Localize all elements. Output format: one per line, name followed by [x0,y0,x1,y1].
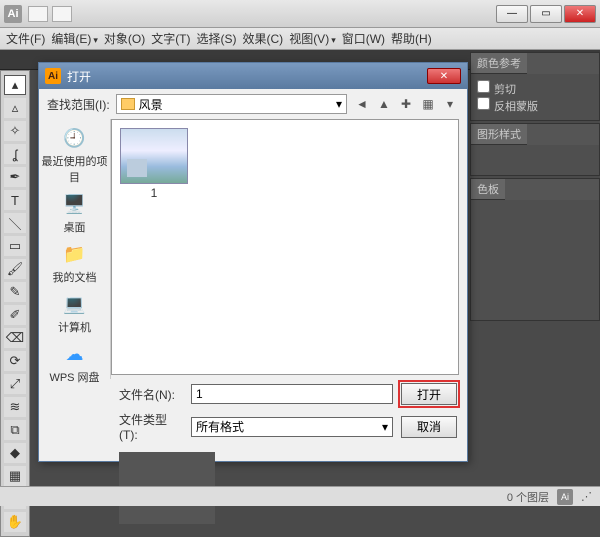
eraser-tool[interactable]: ⌫ [4,328,26,348]
width-tool[interactable]: ≋ [4,397,26,417]
menu-edit[interactable]: 编辑(E)▾ [51,30,98,47]
nav-viewmenu-icon[interactable]: ▦ [419,95,437,113]
hand-tool[interactable]: ✋ [4,512,26,532]
app-logo: Ai [4,5,22,23]
ai-icon: Ai [45,68,61,84]
dialog-body: 🕘 最近使用的项目 🖥️ 桌面 📁 我的文档 💻 计算机 ☁ WPS 网盘 [39,119,467,379]
swatches-panel: 色板 [470,178,600,321]
magic-wand-tool[interactable]: ✧ [4,121,26,141]
statusbar-grip-icon: ⋰ [581,490,592,503]
file-thumbnail [120,128,188,184]
panel-tab-styles[interactable]: 图形样式 [471,124,527,145]
panel-tab-color-guide[interactable]: 颜色参考 [471,53,527,74]
invert-mask-checkbox[interactable]: 反相蒙版 [477,97,593,114]
file-name: 1 [151,186,158,200]
filetype-value: 所有格式 [196,418,244,435]
menu-view[interactable]: 视图(V)▾ [289,30,336,47]
place-desktop[interactable]: 🖥️ 桌面 [60,191,90,235]
app-titlebar: Ai — ▭ ✕ [0,0,600,28]
nav-newfolder-icon[interactable]: ✚ [397,95,415,113]
menu-type[interactable]: 文字(T) [151,30,190,47]
dialog-titlebar: Ai 打开 ✕ [39,63,467,89]
computer-icon: 💻 [60,291,90,317]
filetype-label: 文件类型(T): [119,411,183,442]
desktop-icon: 🖥️ [60,191,90,217]
blob-brush-tool[interactable]: ✐ [4,305,26,325]
place-wps[interactable]: ☁ WPS 网盘 [49,341,99,385]
rectangle-tool[interactable]: ▭ [4,236,26,256]
pen-tool[interactable]: ✒ [4,167,26,187]
filename-input[interactable] [191,384,393,404]
look-in-value: 风景 [139,96,163,113]
place-documents[interactable]: 📁 我的文档 [53,241,97,285]
cancel-button[interactable]: 取消 [401,416,457,438]
pencil-tool[interactable]: ✎ [4,282,26,302]
open-dialog: Ai 打开 ✕ 查找范围(I): 风景 ▾ ◄ ▲ ✚ ▦ ▾ 🕘 最近使用的项… [38,62,468,462]
gradient-tool[interactable]: ▦ [4,466,26,486]
menu-file[interactable]: 文件(F) [6,30,45,47]
recent-icon: 🕘 [60,125,90,151]
ai-status-icon: Ai [557,489,573,505]
file-item[interactable]: 1 [120,128,188,200]
doc-icon[interactable] [52,6,72,22]
menubar: 文件(F) 编辑(E)▾ 对象(O) 文字(T) 选择(S) 效果(C) 视图(… [0,28,600,50]
line-tool[interactable]: ＼ [4,213,26,233]
dialog-bottom: 文件名(N): 打开 文件类型(T): 所有格式 ▾ 取消 [39,379,467,532]
close-button[interactable]: ✕ [564,5,596,23]
nav-up-icon[interactable]: ▲ [375,95,393,113]
right-panels: 颜色参考 剪切 反相蒙版 图形样式 色板 [470,52,600,321]
look-in-label: 查找范围(I): [47,96,110,113]
menu-effect[interactable]: 效果(C) [243,30,284,47]
open-button[interactable]: 打开 [401,383,457,405]
documents-icon: 📁 [60,241,90,267]
statusbar: 0 个图层 Ai ⋰ [0,486,600,506]
doc-icon[interactable] [28,6,48,22]
scale-tool[interactable]: ⤢ [4,374,26,394]
type-tool[interactable]: T [4,190,26,210]
lasso-tool[interactable]: ʆ [4,144,26,164]
color-guide-panel: 颜色参考 剪切 反相蒙版 [470,52,600,121]
clip-checkbox[interactable]: 剪切 [477,80,593,97]
place-label: 桌面 [64,219,86,235]
free-transform-tool[interactable]: ⧉ [4,420,26,440]
place-label: 最近使用的项目 [39,153,110,185]
rotate-tool[interactable]: ⟳ [4,351,26,371]
dialog-title: 打开 [67,68,91,85]
menu-select[interactable]: 选择(S) [197,30,237,47]
window-controls: — ▭ ✕ [496,5,596,23]
places-bar: 🕘 最近使用的项目 🖥️ 桌面 📁 我的文档 💻 计算机 ☁ WPS 网盘 [39,119,111,379]
place-label: 我的文档 [53,269,97,285]
place-computer[interactable]: 💻 计算机 [58,291,91,335]
shape-builder-tool[interactable]: ◆ [4,443,26,463]
brush-tool[interactable]: 🖌 [4,259,26,279]
minimize-button[interactable]: — [496,5,528,23]
menu-help[interactable]: 帮助(H) [391,30,432,47]
cloud-icon: ☁ [60,341,90,367]
filetype-dropdown[interactable]: 所有格式 ▾ [191,417,393,437]
nav-back-icon[interactable]: ◄ [353,95,371,113]
doc-switch-icons [28,6,496,22]
maximize-button[interactable]: ▭ [530,5,562,23]
chevron-down-icon: ▾ [336,97,342,111]
place-label: WPS 网盘 [49,369,99,385]
dialog-close-button[interactable]: ✕ [427,68,461,84]
filename-label: 文件名(N): [119,386,183,403]
place-recent[interactable]: 🕘 最近使用的项目 [39,125,110,185]
chevron-down-icon[interactable]: ▾ [441,95,459,113]
selection-status: 0 个图层 [507,489,549,505]
folder-icon [121,98,135,110]
menu-window[interactable]: 窗口(W) [342,30,385,47]
direct-select-tool[interactable]: ▵ [4,98,26,118]
selection-tool[interactable]: ▴ [4,75,26,95]
look-in-dropdown[interactable]: 风景 ▾ [116,94,347,114]
place-label: 计算机 [58,319,91,335]
graphic-styles-panel: 图形样式 [470,123,600,176]
dialog-toolbar: 查找范围(I): 风景 ▾ ◄ ▲ ✚ ▦ ▾ [39,89,467,119]
chevron-down-icon: ▾ [382,420,388,434]
menu-object[interactable]: 对象(O) [104,30,145,47]
panel-tab-swatches[interactable]: 色板 [471,179,505,200]
file-list[interactable]: 1 [111,119,459,375]
tool-palette: ▴ ▵ ✧ ʆ ✒ T ＼ ▭ 🖌 ✎ ✐ ⌫ ⟳ ⤢ ≋ ⧉ ◆ ▦ ⎉ ✋ [0,70,30,537]
